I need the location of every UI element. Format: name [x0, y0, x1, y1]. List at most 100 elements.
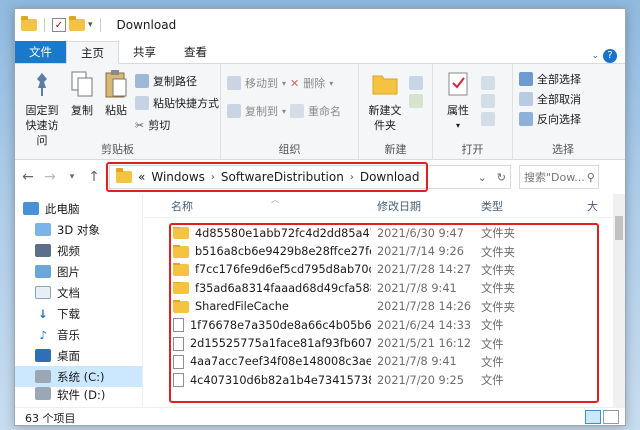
- quick-access-toolbar: ✓ ▾: [21, 16, 105, 32]
- copy-label: 复制: [71, 104, 93, 117]
- rename-button[interactable]: 重命名: [290, 102, 341, 120]
- folder-icon: [21, 16, 37, 31]
- open-icon[interactable]: [481, 76, 495, 90]
- refresh-icon[interactable]: ↻: [497, 171, 506, 184]
- easy-access-icon[interactable]: [409, 94, 423, 108]
- status-bar: 63 个项目: [15, 407, 625, 425]
- scissors-icon: ✂: [135, 118, 145, 132]
- select-group-label: 选择: [552, 143, 574, 156]
- select-none-button[interactable]: 全部取消: [519, 90, 581, 108]
- column-header-type[interactable]: 类型: [475, 198, 583, 214]
- properties-check-icon[interactable]: ✓: [52, 18, 66, 32]
- item-count: 63 个项目: [25, 411, 76, 425]
- tab-file[interactable]: 文件: [15, 41, 66, 63]
- drive-c-icon: [35, 370, 51, 383]
- chevron-down-icon[interactable]: ▾: [456, 118, 460, 133]
- rename-label: 重命名: [308, 105, 342, 118]
- invert-selection-label: 反向选择: [537, 113, 581, 126]
- paste-shortcut-label: 粘贴快捷方式: [153, 97, 219, 110]
- paste-icon: [101, 68, 131, 100]
- nav-item-desktop[interactable]: 桌面: [15, 345, 142, 366]
- view-buttons: [585, 410, 619, 424]
- new-folder-icon[interactable]: [69, 16, 85, 31]
- navigation-pane: 此电脑 3D 对象 视频 图片 文档 ↓ 下载 ♪ 音乐 桌面 系统 (C:) …: [15, 194, 143, 407]
- organize-group-label: 组织: [278, 143, 301, 156]
- nav-item-videos[interactable]: 视频: [15, 240, 142, 261]
- tab-view[interactable]: 查看: [170, 41, 221, 63]
- clipboard-group-label: 剪贴板: [101, 143, 134, 156]
- chevron-down-icon[interactable]: ⌄: [478, 171, 487, 184]
- history-icon[interactable]: [481, 112, 495, 126]
- address-tail: ⌄ ↻: [478, 171, 506, 184]
- open-group-label: 打开: [461, 143, 484, 156]
- nav-label: 系统 (C:): [57, 369, 105, 384]
- copy-to-button[interactable]: 复制到 ▾: [227, 102, 286, 120]
- paste-shortcut-button[interactable]: 粘贴快捷方式: [135, 94, 219, 112]
- copy-path-button[interactable]: 复制路径: [135, 72, 219, 90]
- new-item-icon[interactable]: [409, 76, 423, 90]
- back-arrow-icon[interactable]: ←: [21, 169, 35, 185]
- new-folder-icon: [370, 68, 400, 100]
- download-icon: ↓: [38, 306, 48, 321]
- copy-to-icon: [227, 104, 241, 118]
- chevron-down-icon[interactable]: ⌄: [591, 51, 599, 61]
- pin-icon: [27, 68, 57, 100]
- cut-label: 剪切: [148, 119, 171, 132]
- search-input[interactable]: 搜索"Dow... ⚲: [519, 165, 599, 189]
- large-icons-view-icon[interactable]: [603, 410, 619, 424]
- paste-shortcut-icon: [135, 96, 149, 110]
- nav-item-3d-objects[interactable]: 3D 对象: [15, 219, 142, 240]
- nav-item-pictures[interactable]: 图片: [15, 261, 142, 282]
- search-placeholder: 搜索"Dow...: [524, 171, 585, 184]
- recent-dropdown-icon[interactable]: ▾: [65, 172, 79, 182]
- documents-icon: [35, 286, 51, 299]
- move-to-button[interactable]: 移动到 ▾: [227, 74, 286, 92]
- address-bar[interactable]: « Windows › SoftwareDistribution › Downl…: [106, 162, 511, 192]
- paste-label: 粘贴: [105, 104, 127, 117]
- explorer-window: ✓ ▾ Download 文件 主页 共享 查看 ⌄ ? 固定到快速访问 复制 …: [14, 8, 626, 426]
- invert-selection-button[interactable]: 反向选择: [519, 110, 581, 128]
- select-all-label: 全部选择: [537, 73, 581, 86]
- delete-button[interactable]: ✕ 删除 ▾: [290, 74, 341, 92]
- vertical-scrollbar[interactable]: [613, 194, 625, 407]
- cut-button[interactable]: ✂ 剪切: [135, 116, 219, 134]
- up-arrow-icon[interactable]: ↑: [87, 169, 101, 185]
- column-header-date[interactable]: 修改日期: [371, 198, 475, 214]
- edit-icon[interactable]: [481, 94, 495, 108]
- details-view-icon[interactable]: [585, 410, 601, 424]
- nav-item-downloads[interactable]: ↓ 下载: [15, 303, 142, 324]
- select-none-icon: [519, 92, 533, 106]
- select-all-button[interactable]: 全部选择: [519, 70, 581, 88]
- copy-path-label: 复制路径: [153, 75, 197, 88]
- forward-arrow-icon[interactable]: →: [43, 169, 57, 185]
- copy-icon: [67, 68, 97, 100]
- tab-home[interactable]: 主页: [66, 41, 119, 64]
- select-none-label: 全部取消: [537, 93, 581, 106]
- nav-label: 视频: [57, 243, 80, 258]
- nav-label: 下载: [57, 306, 80, 321]
- nav-item-drive-c[interactable]: 系统 (C:): [15, 366, 142, 387]
- nav-item-drive-d[interactable]: 软件 (D:): [15, 387, 142, 401]
- properties-label: 属性: [447, 104, 469, 117]
- properties-icon: [443, 68, 473, 100]
- nav-label: 图片: [57, 264, 80, 279]
- scrollbar-thumb[interactable]: [615, 216, 623, 240]
- open-group: 属性 ▾ 打开: [433, 64, 513, 160]
- search-icon[interactable]: ⚲: [587, 171, 595, 184]
- new-folder-label: 新建文件夹: [368, 104, 402, 132]
- window-title: Download: [116, 18, 177, 32]
- column-header-size[interactable]: 大: [583, 198, 598, 214]
- nav-item-music[interactable]: ♪ 音乐: [15, 324, 142, 345]
- tab-share[interactable]: 共享: [119, 41, 170, 63]
- nav-item-documents[interactable]: 文档: [15, 282, 142, 303]
- file-list-highlight-box: [169, 223, 599, 403]
- desktop-icon: [35, 349, 51, 362]
- ribbon: 固定到快速访问 复制 粘贴 复制路径 粘贴快捷方式 ✂ 剪切 剪贴板 移动到 ▾…: [15, 64, 625, 160]
- clipboard-group: 固定到快速访问 复制 粘贴 复制路径 粘贴快捷方式 ✂ 剪切 剪贴板: [15, 64, 221, 160]
- customize-dropdown-icon[interactable]: ▾: [88, 20, 93, 30]
- column-header-row: ︿ 名称 修改日期 类型 大: [143, 194, 625, 218]
- nav-item-this-pc[interactable]: 此电脑: [15, 198, 142, 219]
- column-header-name[interactable]: 名称: [143, 198, 371, 214]
- nav-label: 软件 (D:): [57, 388, 106, 401]
- help-icon[interactable]: ?: [603, 49, 617, 63]
